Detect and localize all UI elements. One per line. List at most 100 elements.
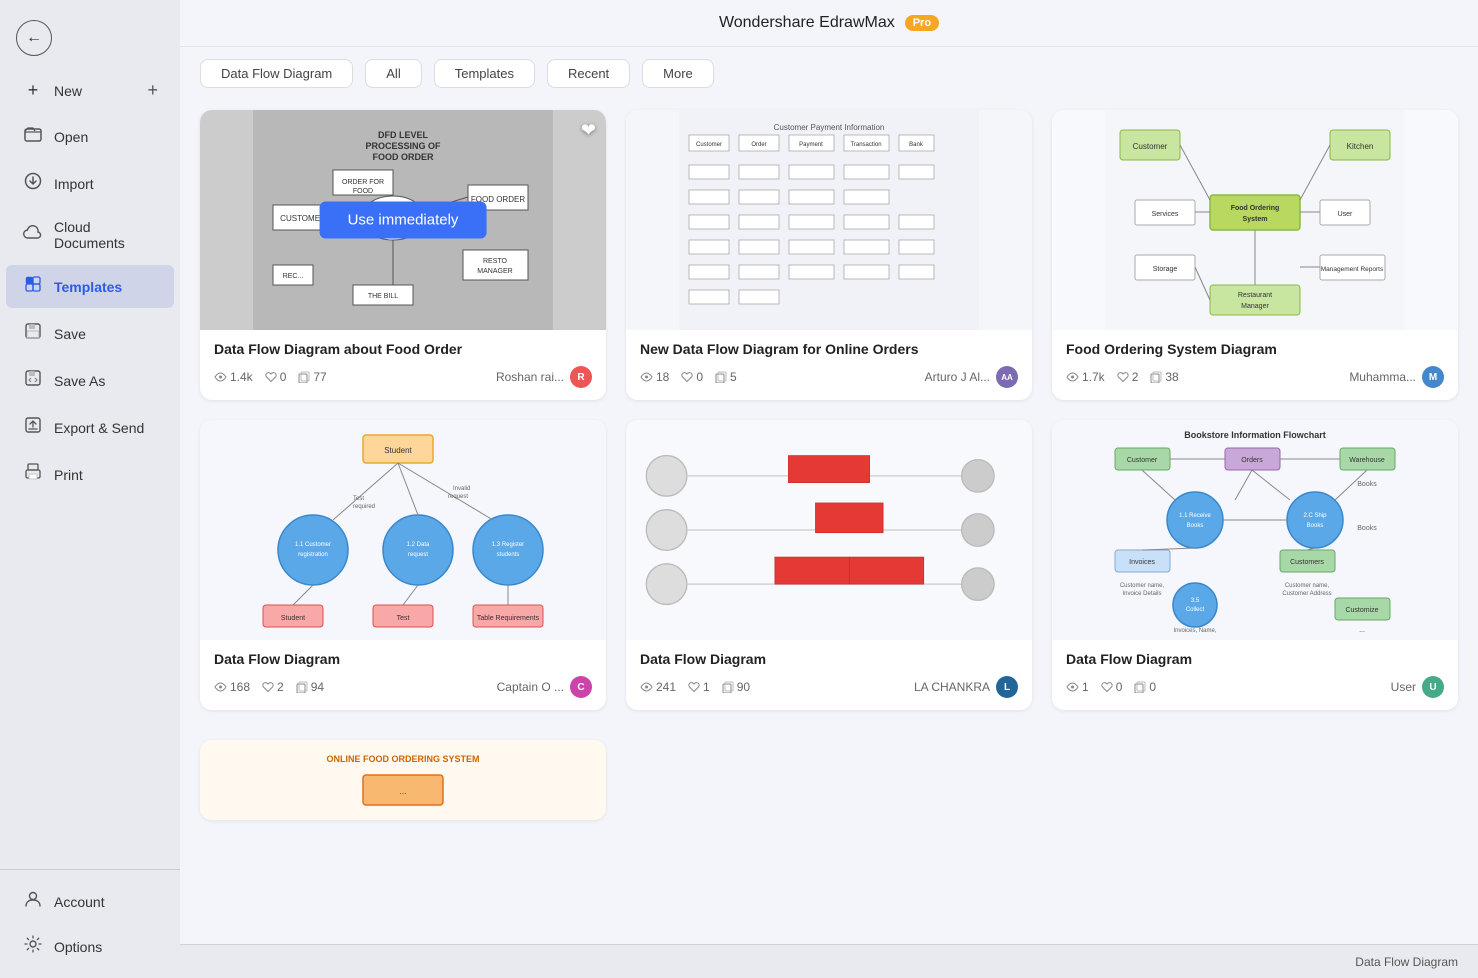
sidebar-item-new[interactable]: + New + (6, 70, 174, 111)
card-info-3: Food Ordering System Diagram 1.7k 2 3 (1052, 330, 1458, 400)
sidebar-item-print[interactable]: Print (6, 453, 174, 496)
svg-text:FOOD ORDER: FOOD ORDER (372, 152, 434, 162)
template-card-2[interactable]: Customer Payment Information Customer Or… (626, 110, 1032, 400)
likes-stat-5: 1 (688, 680, 710, 694)
svg-text:User: User (1338, 211, 1353, 218)
card-thumbnail-1: DFD LEVEL PROCESSING OF FOOD ORDER CUSTO… (200, 110, 606, 330)
svg-text:System: System (1243, 216, 1268, 223)
sidebar-bottom: Account Options (0, 869, 180, 970)
svg-text:Storage: Storage (1153, 266, 1178, 273)
card-thumbnail-3: Customer Kitchen Food Ordering System Se… (1052, 110, 1458, 330)
sidebar-item-account[interactable]: Account (6, 880, 174, 923)
card-thumbnail-7: ONLINE FOOD ORDERING SYSTEM ... (200, 740, 606, 820)
account-icon (22, 890, 44, 913)
svg-text:Manager: Manager (1241, 303, 1269, 310)
sidebar-item-cloud[interactable]: Cloud Documents (6, 209, 174, 261)
sidebar-item-save[interactable]: Save (6, 312, 174, 355)
svg-text:ONLINE FOOD ORDERING SYSTEM: ONLINE FOOD ORDERING SYSTEM (326, 754, 479, 764)
sidebar-item-templates[interactable]: Templates (6, 265, 174, 308)
svg-text:Table Requirements: Table Requirements (477, 615, 540, 622)
template-card-3[interactable]: Customer Kitchen Food Ordering System Se… (1052, 110, 1458, 400)
open-icon (22, 125, 44, 148)
copies-stat-1: 77 (298, 370, 326, 384)
author-avatar-6: U (1422, 676, 1444, 698)
statusbar: Data Flow Diagram (180, 944, 1478, 978)
category-chip-2[interactable]: All (365, 59, 421, 88)
sidebar-item-options-label: Options (54, 939, 102, 955)
sidebar-item-saveas-label: Save As (54, 373, 105, 389)
card-meta-3: 1.7k 2 38 Muhamma... M (1066, 366, 1444, 388)
svg-text:REC...: REC... (283, 273, 304, 280)
content-area: Data Flow Diagram All Templates Recent M… (180, 47, 1478, 944)
card-thumbnail-6: Bookstore Information Flowchart Customer… (1052, 420, 1458, 640)
copies-stat-5: 90 (722, 680, 750, 694)
card-info-1: Data Flow Diagram about Food Order 1.4k … (200, 330, 606, 400)
use-immediately-button-1[interactable]: Use immediately (320, 202, 487, 239)
author-avatar-1: R (570, 366, 592, 388)
likes-stat-6: 0 (1101, 680, 1123, 694)
sidebar-item-open[interactable]: Open (6, 115, 174, 158)
category-chip-4[interactable]: Recent (547, 59, 630, 88)
svg-text:Order: Order (751, 142, 766, 148)
sidebar-item-options[interactable]: Options (6, 925, 174, 968)
print-icon (22, 463, 44, 486)
svg-text:DFD LEVEL: DFD LEVEL (378, 130, 429, 140)
category-row: Data Flow Diagram All Templates Recent M… (200, 47, 1458, 100)
svg-text:Customer: Customer (1133, 142, 1168, 151)
author-5: LA CHANKRA L (914, 676, 1018, 698)
svg-text:Management Reports: Management Reports (1321, 266, 1384, 273)
svg-text:request: request (448, 494, 468, 500)
template-card-4[interactable]: Student 1.1 Customer registration 1.2 Da… (200, 420, 606, 710)
cloud-icon (22, 225, 44, 246)
svg-text:Food Ordering: Food Ordering (1231, 205, 1280, 212)
svg-text:Orders: Orders (1241, 457, 1263, 464)
svg-text:...: ... (400, 787, 407, 796)
author-avatar-5: L (996, 676, 1018, 698)
category-chip-1[interactable]: Data Flow Diagram (200, 59, 353, 88)
views-stat-1: 1.4k (214, 370, 253, 384)
author-3: Muhamma... M (1349, 366, 1444, 388)
template-card-1[interactable]: DFD LEVEL PROCESSING OF FOOD ORDER CUSTO… (200, 110, 606, 400)
template-card-5[interactable]: Data Flow Diagram 241 1 90 (626, 420, 1032, 710)
author-6: User U (1391, 676, 1444, 698)
copies-stat-6: 0 (1134, 680, 1156, 694)
template-card-7[interactable]: ONLINE FOOD ORDERING SYSTEM ... (200, 740, 606, 820)
author-avatar-3: M (1422, 366, 1444, 388)
heart-icon-1[interactable]: ❤ (581, 120, 596, 141)
svg-text:2.C Ship: 2.C Ship (1303, 513, 1327, 519)
back-icon: ← (16, 20, 52, 56)
plus-icon: + (147, 80, 158, 101)
copies-stat-3: 38 (1150, 370, 1178, 384)
copies-stat-4: 94 (296, 680, 324, 694)
author-1: Roshan rai... R (496, 366, 592, 388)
svg-text:Student: Student (384, 446, 412, 455)
card-title-5: Data Flow Diagram (640, 650, 1018, 668)
card-title-1: Data Flow Diagram about Food Order (214, 340, 592, 358)
svg-text:Payment: Payment (799, 142, 823, 148)
category-chip-5[interactable]: More (642, 59, 714, 88)
svg-text:request: request (408, 552, 428, 558)
svg-text:1.1 Customer: 1.1 Customer (295, 542, 331, 548)
templates-icon (22, 275, 44, 298)
template-card-6[interactable]: Bookstore Information Flowchart Customer… (1052, 420, 1458, 710)
likes-stat-4: 2 (262, 680, 284, 694)
header: Wondershare EdrawMax Pro (180, 0, 1478, 47)
sidebar-item-saveas[interactable]: Save As (6, 359, 174, 402)
card-grid-row3: ONLINE FOOD ORDERING SYSTEM ... (200, 730, 1458, 820)
svg-text:FOOD: FOOD (353, 188, 373, 195)
svg-text:1.2 Data: 1.2 Data (407, 542, 430, 548)
sidebar-item-import[interactable]: Import (6, 162, 174, 205)
author-4: Captain O ... C (497, 676, 592, 698)
svg-text:3.5: 3.5 (1191, 598, 1200, 604)
svg-text:MANAGER: MANAGER (477, 268, 512, 275)
sidebar-item-export[interactable]: Export & Send (6, 406, 174, 449)
card-info-6: Data Flow Diagram 1 0 0 (1052, 640, 1458, 710)
save-icon (22, 322, 44, 345)
main-content: Wondershare EdrawMax Pro Data Flow Diagr… (180, 0, 1478, 978)
svg-text:1.3 Register: 1.3 Register (492, 542, 524, 548)
author-2: Arturo J Al... AA (925, 366, 1018, 388)
category-chip-3[interactable]: Templates (434, 59, 535, 88)
svg-text:Customer Payment Information: Customer Payment Information (774, 123, 885, 132)
export-icon (22, 416, 44, 439)
back-button[interactable]: ← (0, 8, 180, 68)
